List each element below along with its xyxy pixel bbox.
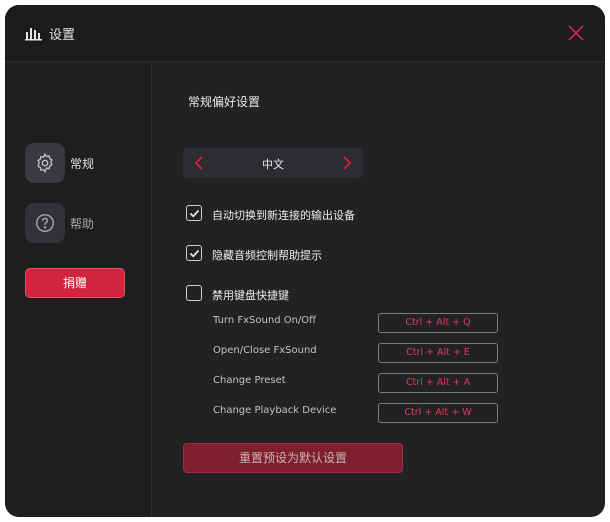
hide-tips-checkbox[interactable] <box>186 245 202 261</box>
language-value: 中文 <box>262 158 284 171</box>
reset-defaults-button[interactable]: 重置预设为默认设置 <box>183 443 403 473</box>
disable-shortcuts-label: 禁用键盘快捷键 <box>212 289 289 302</box>
sidebar-item-label: 帮助 <box>70 217 95 231</box>
auto-switch-checkbox[interactable] <box>186 205 202 221</box>
equalizer-icon <box>25 28 42 41</box>
shortcut-label-preset: Change Preset <box>213 375 286 386</box>
shortcut-field-preset[interactable]: Ctrl + Alt + A <box>378 373 498 393</box>
checkmark-icon <box>189 209 200 218</box>
settings-window: 设置 常规 帮助 捐赠 常规偏好设置 中文 自动切换到新连接的输出设备 隐藏音频… <box>5 5 605 517</box>
chevron-left-icon[interactable] <box>191 154 209 172</box>
section-title: 常规偏好设置 <box>188 95 261 109</box>
window-title: 设置 <box>49 28 76 43</box>
hide-tips-label: 隐藏音频控制帮助提示 <box>212 249 322 262</box>
close-icon[interactable] <box>566 23 586 43</box>
chevron-right-icon[interactable] <box>337 154 355 172</box>
sidebar-item-label: 常规 <box>70 157 95 171</box>
shortcut-field-playback[interactable]: Ctrl + Alt + W <box>378 403 498 423</box>
general-settings-panel: 常规偏好设置 中文 自动切换到新连接的输出设备 隐藏音频控制帮助提示 禁用键盘快… <box>153 63 605 517</box>
help-icon <box>25 203 65 243</box>
shortcut-label-open-close: Open/Close FxSound <box>213 345 317 356</box>
disable-shortcuts-checkbox[interactable] <box>186 285 202 301</box>
shortcut-label-playback: Change Playback Device <box>213 405 337 416</box>
language-selector[interactable]: 中文 <box>183 148 363 178</box>
shortcut-label-toggle: Turn FxSound On/Off <box>213 315 317 326</box>
donate-button[interactable]: 捐赠 <box>25 268 125 298</box>
gear-icon <box>25 143 65 183</box>
shortcut-field-open-close[interactable]: Ctrl + Alt + E <box>378 343 498 363</box>
sidebar: 常规 帮助 捐赠 <box>5 63 152 517</box>
checkmark-icon <box>189 249 200 258</box>
title-bar: 设置 <box>5 5 605 62</box>
sidebar-item-help[interactable]: 帮助 <box>25 203 145 243</box>
shortcut-field-toggle[interactable]: Ctrl + Alt + Q <box>378 313 498 333</box>
auto-switch-label: 自动切换到新连接的输出设备 <box>212 209 355 222</box>
sidebar-item-general[interactable]: 常规 <box>25 143 145 183</box>
